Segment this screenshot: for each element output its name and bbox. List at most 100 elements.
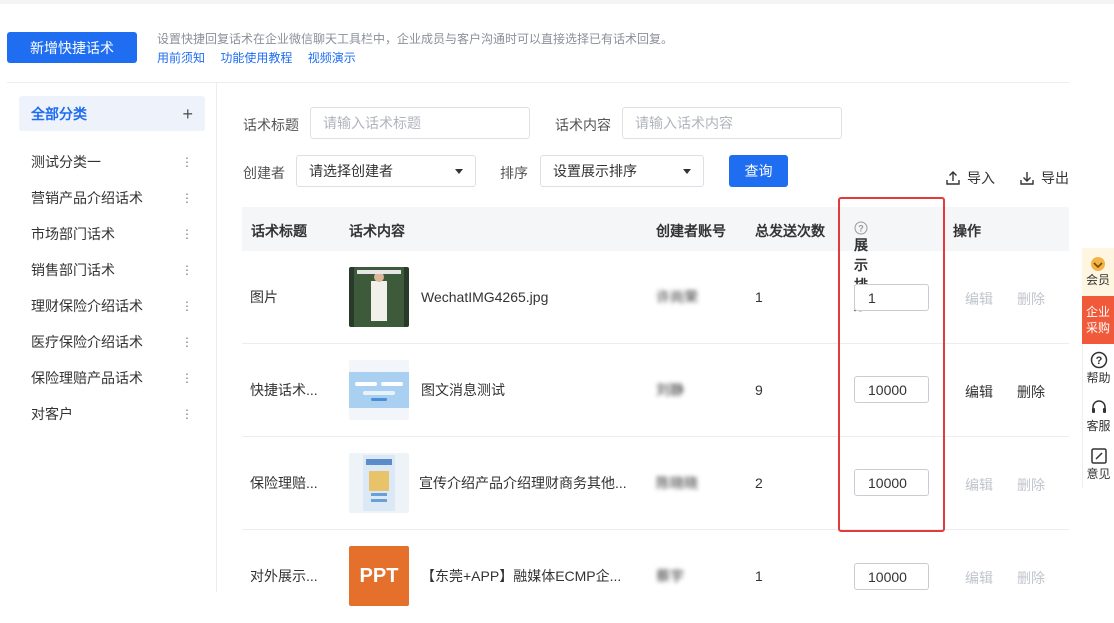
- upload-icon: [946, 171, 960, 185]
- sort-select-value: 设置展示排序: [553, 163, 637, 179]
- sidebar-item[interactable]: 销售部门话术 ⋮: [19, 255, 205, 285]
- buy-label-1: 企业: [1085, 305, 1110, 319]
- question-icon: ?: [1090, 351, 1107, 368]
- add-quick-reply-button[interactable]: 新增快捷话术: [7, 32, 137, 63]
- more-icon[interactable]: ⋮: [181, 155, 193, 169]
- page-description: 设置快捷回复话术在企业微信聊天工具栏中，企业成员与客户沟通时可以直接选择已有话术…: [157, 32, 674, 46]
- more-icon[interactable]: ⋮: [181, 407, 193, 421]
- more-icon[interactable]: ⋮: [181, 263, 193, 277]
- row-title: 快捷话术...: [250, 382, 318, 398]
- row-content: 图文消息测试: [421, 382, 505, 398]
- more-icon[interactable]: ⋮: [181, 227, 193, 241]
- headset-icon: [1091, 399, 1106, 413]
- delete-button[interactable]: 删除: [1017, 382, 1045, 402]
- edit-button[interactable]: 编辑: [965, 289, 993, 309]
- edit-button[interactable]: 编辑: [965, 475, 993, 495]
- more-icon[interactable]: ⋮: [181, 335, 193, 349]
- link-tutorial[interactable]: 功能使用教程: [220, 51, 292, 65]
- sidebar-item[interactable]: 保险理赔产品话术 ⋮: [19, 363, 205, 393]
- row-content: 宣传介绍产品介绍理财商务其他...: [419, 475, 627, 491]
- floating-toolbar: 会员 企业 采购 ? 帮助 客服 意见: [1082, 248, 1114, 488]
- article-thumbnail: [349, 360, 409, 420]
- service-label: 客服: [1086, 418, 1111, 433]
- category-sidebar: 全部分类 + 测试分类一 ⋮ 营销产品介绍话术 ⋮ 市场部门话术 ⋮ 销售部门话术 ⋮ …: [7, 83, 217, 592]
- chevron-down-icon: [683, 168, 691, 174]
- col-sends: 总发送次数: [755, 223, 825, 239]
- row-content: WechatIMG4265.jpg: [421, 289, 549, 305]
- sort-select[interactable]: 设置展示排序: [540, 155, 704, 187]
- table-row: 对外展示... PPT 【东莞+APP】融媒体ECMP企... 蔡宇 1 100…: [242, 530, 1069, 623]
- col-actions: 操作: [953, 223, 981, 239]
- row-title: 图片: [250, 289, 278, 305]
- row-creator: 许尚荣: [656, 289, 698, 305]
- help-button[interactable]: ? 帮助: [1082, 344, 1114, 392]
- highlight-sort-column: [838, 197, 945, 532]
- download-icon: [1020, 172, 1034, 185]
- edit-note-icon: [1090, 447, 1107, 464]
- enterprise-purchase-button[interactable]: 企业 采购: [1082, 296, 1114, 344]
- sidebar-item-label: 市场部门话术: [31, 226, 115, 242]
- sidebar-item[interactable]: 理财保险介绍话术 ⋮: [19, 291, 205, 321]
- help-label: 帮助: [1086, 370, 1111, 385]
- content-search-input[interactable]: 请输入话术内容: [622, 107, 842, 139]
- member-label: 会员: [1085, 272, 1110, 287]
- feedback-label: 意见: [1086, 466, 1111, 481]
- export-button[interactable]: 导出: [1019, 168, 1069, 188]
- sidebar-item[interactable]: 医疗保险介绍话术 ⋮: [19, 327, 205, 357]
- sidebar-all-label: 全部分类: [31, 105, 87, 122]
- svg-text:?: ?: [1095, 355, 1102, 367]
- more-icon[interactable]: ⋮: [181, 371, 193, 385]
- query-button[interactable]: 查询: [729, 155, 788, 187]
- row-creator: 刘静: [656, 382, 684, 398]
- link-before-use[interactable]: 用前须知: [157, 51, 205, 65]
- add-category-icon[interactable]: +: [182, 105, 193, 123]
- sidebar-item[interactable]: 测试分类一 ⋮: [19, 147, 205, 177]
- poster-thumbnail: [349, 453, 409, 513]
- help-links: 用前须知 功能使用教程 视频演示: [157, 49, 368, 66]
- buy-label-2: 采购: [1085, 321, 1110, 335]
- link-video-demo[interactable]: 视频演示: [308, 51, 356, 65]
- title-search-input[interactable]: 请输入话术标题: [310, 107, 530, 139]
- sidebar-item-label: 营销产品介绍话术: [31, 190, 143, 206]
- row-sends: 9: [755, 382, 763, 398]
- col-title: 话术标题: [251, 223, 307, 239]
- import-label: 导入: [967, 170, 995, 186]
- sidebar-item-all[interactable]: 全部分类 +: [19, 96, 205, 131]
- more-icon[interactable]: ⋮: [181, 299, 193, 313]
- sort-filter-label: 排序: [500, 165, 528, 181]
- row-sends: 1: [755, 568, 763, 584]
- sidebar-item[interactable]: 对客户 ⋮: [19, 399, 205, 429]
- feedback-button[interactable]: 意见: [1082, 440, 1114, 488]
- import-button[interactable]: 导入: [945, 168, 995, 188]
- sidebar-item-label: 销售部门话术: [31, 262, 115, 278]
- delete-button[interactable]: 删除: [1017, 289, 1045, 309]
- delete-button[interactable]: 删除: [1017, 568, 1045, 588]
- edit-button[interactable]: 编辑: [965, 382, 993, 402]
- title-filter-label: 话术标题: [243, 117, 299, 133]
- edit-button[interactable]: 编辑: [965, 568, 993, 588]
- sidebar-item-label: 医疗保险介绍话术: [31, 334, 143, 350]
- row-sends: 2: [755, 475, 763, 491]
- chevron-down-icon: [455, 168, 463, 174]
- sidebar-item-label: 理财保险介绍话术: [31, 298, 143, 314]
- more-icon[interactable]: ⋮: [181, 191, 193, 205]
- row-title: 保险理赔...: [250, 475, 318, 491]
- row-creator: 蔡宇: [656, 568, 684, 584]
- sidebar-item-label: 对客户: [31, 406, 73, 422]
- sidebar-item[interactable]: 市场部门话术 ⋮: [19, 219, 205, 249]
- sort-order-input[interactable]: 10000: [854, 563, 929, 590]
- member-button[interactable]: 会员: [1082, 248, 1114, 296]
- row-creator: 陈晓晓: [656, 475, 698, 491]
- customer-service-button[interactable]: 客服: [1082, 392, 1114, 440]
- row-sends: 1: [755, 289, 763, 305]
- col-content: 话术内容: [349, 223, 405, 239]
- crown-icon: [1091, 256, 1105, 271]
- export-label: 导出: [1041, 170, 1069, 186]
- creator-select[interactable]: 请选择创建者: [296, 155, 476, 187]
- sidebar-item-label: 测试分类一: [31, 154, 101, 170]
- sidebar-item[interactable]: 营销产品介绍话术 ⋮: [19, 183, 205, 213]
- ppt-icon: PPT: [349, 546, 409, 606]
- row-title: 对外展示...: [250, 568, 318, 584]
- delete-button[interactable]: 删除: [1017, 475, 1045, 495]
- col-creator: 创建者账号: [656, 223, 726, 239]
